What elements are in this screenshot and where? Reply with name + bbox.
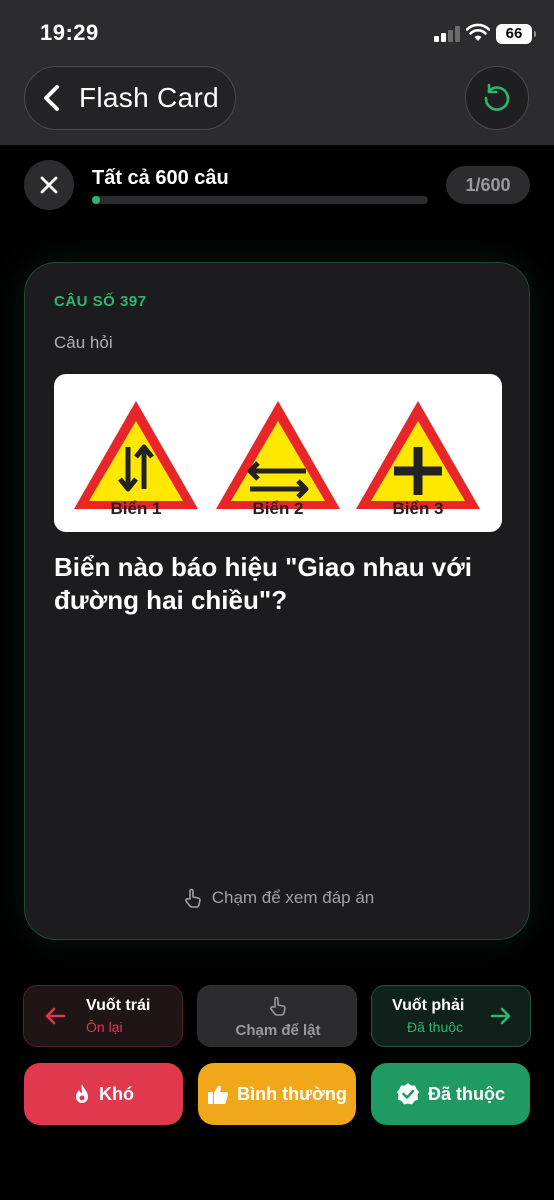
arrow-right-icon — [490, 1007, 511, 1025]
fire-icon — [76, 1084, 88, 1103]
flash-card[interactable]: CÂU SỐ 397 Câu hỏi Biển 1 Biển 2 Biển 3 … — [24, 262, 530, 940]
progress-title: Tất cả 600 câu — [92, 167, 229, 189]
swipe-left-title: Vuốt trái — [86, 997, 151, 1014]
question-counter: 1/600 — [446, 166, 530, 204]
reset-button[interactable] — [465, 66, 529, 130]
verified-check-icon — [396, 1083, 419, 1105]
page-title: Flash Card — [79, 82, 219, 113]
progress-fill — [92, 196, 100, 204]
status-bar: 19:29 66 — [0, 0, 554, 60]
sign-caption: Biển 3 — [392, 499, 444, 518]
thumbs-up-icon — [208, 1085, 229, 1104]
refresh-icon — [484, 83, 510, 111]
arrow-left-icon — [45, 1007, 66, 1025]
tap-hand-icon — [184, 888, 201, 908]
question-text: Biển nào báo hiệu "Giao nhau với đường h… — [54, 552, 472, 615]
chevron-left-icon — [44, 85, 59, 111]
close-button[interactable] — [24, 160, 74, 210]
known-button[interactable]: Đã thuộc — [371, 1063, 530, 1125]
tap-hand-icon — [270, 996, 286, 1016]
tap-to-flip-label: Chạm để lật — [235, 1022, 321, 1039]
signal-icon — [434, 26, 460, 42]
hard-button-label: Khó — [99, 1083, 134, 1104]
close-icon — [40, 176, 58, 194]
tap-hint: Chạm để xem đáp án — [25, 887, 531, 909]
swipe-left-hint[interactable]: Vuốt trái Ôn lại — [23, 985, 183, 1047]
normal-button[interactable]: Bình thường — [198, 1063, 356, 1125]
known-button-label: Đã thuộc — [427, 1083, 505, 1104]
hard-button[interactable]: Khó — [24, 1063, 183, 1125]
wifi-icon — [466, 23, 490, 41]
swipe-right-hint[interactable]: Vuốt phải Đã thuộc — [371, 985, 531, 1047]
progress-bar — [92, 196, 428, 204]
question-number: CÂU SỐ 397 — [54, 293, 147, 310]
normal-button-label: Bình thường — [237, 1083, 347, 1104]
question-label: Câu hỏi — [54, 333, 113, 352]
back-button[interactable]: Flash Card — [24, 66, 236, 130]
tap-hint-label: Chạm để xem đáp án — [211, 888, 375, 907]
battery-indicator: 66 — [496, 24, 536, 44]
sign-caption: Biển 1 — [110, 499, 162, 518]
sign-caption: Biển 2 — [252, 499, 304, 518]
header: Flash Card — [0, 60, 554, 145]
question-image: Biển 1 Biển 2 Biển 3 — [54, 374, 502, 532]
status-time: 19:29 — [40, 20, 99, 45]
swipe-left-subtitle: Ôn lại — [86, 1019, 123, 1035]
swipe-right-title: Vuốt phải — [392, 997, 465, 1014]
swipe-right-subtitle: Đã thuộc — [407, 1019, 464, 1035]
tap-to-flip-button[interactable]: Chạm để lật — [197, 985, 357, 1047]
